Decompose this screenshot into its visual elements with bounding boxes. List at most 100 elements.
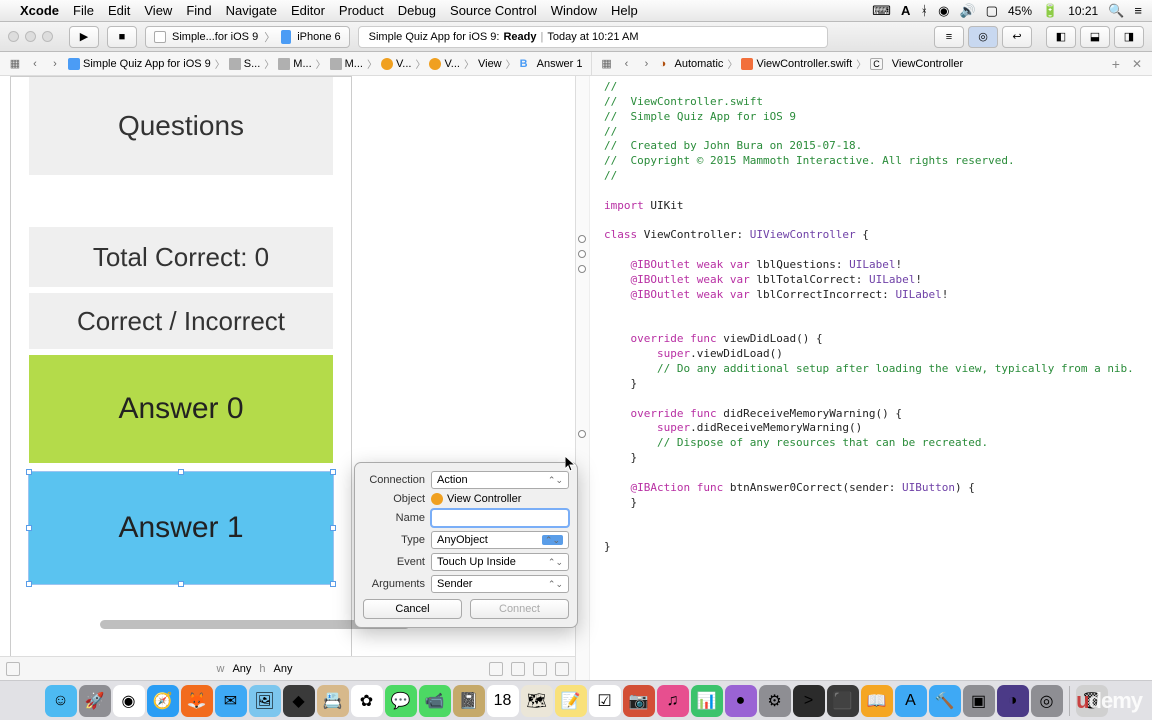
close-window-dot[interactable] <box>8 31 19 42</box>
dock-app-photos[interactable]: ✿ <box>351 685 383 717</box>
dock-app-ibooks[interactable]: 📖 <box>861 685 893 717</box>
dock-app-mail[interactable]: ✉ <box>215 685 247 717</box>
spotlight-icon[interactable]: 🔍 <box>1108 3 1124 19</box>
dock-app-chrome[interactable]: ◉ <box>113 685 145 717</box>
airplay-icon[interactable]: ▢ <box>986 3 998 19</box>
menu-edit[interactable]: Edit <box>108 3 130 18</box>
dock-app-maps[interactable]: 🗺 <box>521 685 553 717</box>
dock-app-eclipse[interactable]: ◑ <box>997 685 1029 717</box>
path-selected-element[interactable]: B Answer 1 <box>518 58 585 70</box>
source-code[interactable]: //// ViewController.swift// Simple Quiz … <box>576 76 1152 563</box>
assistant-back-button[interactable]: ‹ <box>618 58 636 70</box>
dock-app-finder[interactable]: ☺ <box>45 685 77 717</box>
dock-app-contacts[interactable]: 📇 <box>317 685 349 717</box>
menu-window[interactable]: Window <box>551 3 597 18</box>
dock-app-launchpad[interactable]: 🚀 <box>79 685 111 717</box>
standard-editor-button[interactable]: ≡ <box>934 26 964 48</box>
path-storyboard[interactable]: M... <box>276 58 313 70</box>
dock-app-misc2[interactable]: ◎ <box>1031 685 1063 717</box>
assistant-related-icon[interactable]: ▦ <box>598 57 616 70</box>
path-project[interactable]: Simple Quiz App for iOS 9 <box>66 58 213 70</box>
event-select[interactable]: Touch Up Inside⌃⌄ <box>431 553 569 571</box>
selection-handle[interactable] <box>178 581 184 587</box>
path-scene[interactable]: M... <box>328 58 365 70</box>
dock-app-messages[interactable]: 💬 <box>385 685 417 717</box>
app-menu-xcode[interactable]: Xcode <box>20 3 59 18</box>
menu-file[interactable]: File <box>73 3 94 18</box>
cancel-button[interactable]: Cancel <box>363 599 462 619</box>
minimize-window-dot[interactable] <box>25 31 36 42</box>
button-answer-0[interactable]: Answer 0 <box>29 355 333 463</box>
label-total-correct[interactable]: Total Correct: 0 <box>29 227 333 287</box>
assistant-add-button[interactable]: + <box>1106 56 1126 72</box>
related-items-icon[interactable]: ▦ <box>6 57 24 70</box>
path-view[interactable]: View <box>476 58 504 70</box>
menu-navigate[interactable]: Navigate <box>226 3 277 18</box>
notifications-icon[interactable]: ≡ <box>1134 3 1142 18</box>
battery-icon[interactable]: 🔋 <box>1042 3 1058 19</box>
volume-icon[interactable]: 🔊 <box>959 3 975 19</box>
nav-forward-button[interactable]: › <box>46 58 64 70</box>
dock-app-notes[interactable]: 📝 <box>555 685 587 717</box>
align-button[interactable] <box>489 662 503 676</box>
menubar-clock[interactable]: 10:21 <box>1068 4 1098 18</box>
assistant-editor-button[interactable]: ◎ <box>968 26 998 48</box>
selection-handle[interactable] <box>330 525 336 531</box>
connect-button[interactable]: Connect <box>470 599 569 619</box>
nav-back-button[interactable]: ‹ <box>26 58 44 70</box>
assistant-file[interactable]: ViewController.swift <box>739 58 854 70</box>
selection-handle[interactable] <box>26 525 32 531</box>
assistant-class[interactable]: C ViewController <box>868 58 965 70</box>
dock-app-preview[interactable]: 🖼 <box>249 685 281 717</box>
stop-button[interactable]: ■ <box>107 26 137 48</box>
button-answer-1[interactable]: Answer 1 <box>29 472 333 584</box>
version-editor-button[interactable]: ↩ <box>1002 26 1032 48</box>
menu-source-control[interactable]: Source Control <box>450 3 537 18</box>
selection-handle[interactable] <box>330 469 336 475</box>
resolve-button[interactable] <box>533 662 547 676</box>
dock-app-numbers[interactable]: 📊 <box>691 685 723 717</box>
selection-handle[interactable] <box>178 469 184 475</box>
size-class-h-value[interactable]: Any <box>274 663 293 675</box>
path-vc[interactable]: V... <box>379 58 414 70</box>
name-input[interactable] <box>431 509 569 527</box>
doc-outline-toggle[interactable] <box>6 662 20 676</box>
selection-handle[interactable] <box>330 581 336 587</box>
menu-debug[interactable]: Debug <box>398 3 436 18</box>
right-panel-toggle[interactable]: ◨ <box>1114 26 1144 48</box>
menu-editor[interactable]: Editor <box>291 3 325 18</box>
assistant-forward-button[interactable]: › <box>638 58 656 70</box>
dock-app-facetime[interactable]: 📹 <box>419 685 451 717</box>
keyboard-icon[interactable]: ⌨ <box>872 3 891 19</box>
run-button[interactable]: ▶ <box>69 26 99 48</box>
resize-button[interactable] <box>555 662 569 676</box>
dock-app-firefox[interactable]: 🦊 <box>181 685 213 717</box>
dock-app-photobooth[interactable]: 📷 <box>623 685 655 717</box>
type-select[interactable]: AnyObject⌃⌄ <box>431 531 569 549</box>
dock-app-calendar[interactable]: 18 <box>487 685 519 717</box>
dock-app-systemprefs[interactable]: ⚙ <box>759 685 791 717</box>
dock-app-appstore[interactable]: A <box>895 685 927 717</box>
size-class-w-value[interactable]: Any <box>232 663 251 675</box>
path-vc2[interactable]: V... <box>427 58 462 70</box>
dock-app-unity[interactable]: ◆ <box>283 685 315 717</box>
code-editor-pane[interactable]: //// ViewController.swift// Simple Quiz … <box>576 76 1152 680</box>
dock-app-safari[interactable]: 🧭 <box>147 685 179 717</box>
battery-percent[interactable]: 45% <box>1008 4 1032 18</box>
assistant-close-button[interactable]: ✕ <box>1128 57 1146 71</box>
bluetooth-icon[interactable]: ᚼ <box>920 3 928 18</box>
scheme-selector[interactable]: Simple...for iOS 9 〉 iPhone 6 <box>145 26 350 48</box>
dock-app-reminders[interactable]: ☑ <box>589 685 621 717</box>
zoom-window-dot[interactable] <box>42 31 53 42</box>
label-correct-incorrect[interactable]: Correct / Incorrect <box>29 293 333 349</box>
pin-button[interactable] <box>511 662 525 676</box>
dock-app-game[interactable]: ● <box>725 685 757 717</box>
wifi-icon[interactable]: ◉ <box>938 3 949 19</box>
dock-app-jetbrains[interactable]: ⬛ <box>827 685 859 717</box>
adobe-icon[interactable]: A <box>901 3 910 18</box>
left-panel-toggle[interactable]: ◧ <box>1046 26 1076 48</box>
selection-handle[interactable] <box>26 469 32 475</box>
label-questions[interactable]: Questions <box>29 77 333 175</box>
path-folder[interactable]: S... <box>227 58 263 70</box>
traffic-lights[interactable] <box>8 31 53 42</box>
